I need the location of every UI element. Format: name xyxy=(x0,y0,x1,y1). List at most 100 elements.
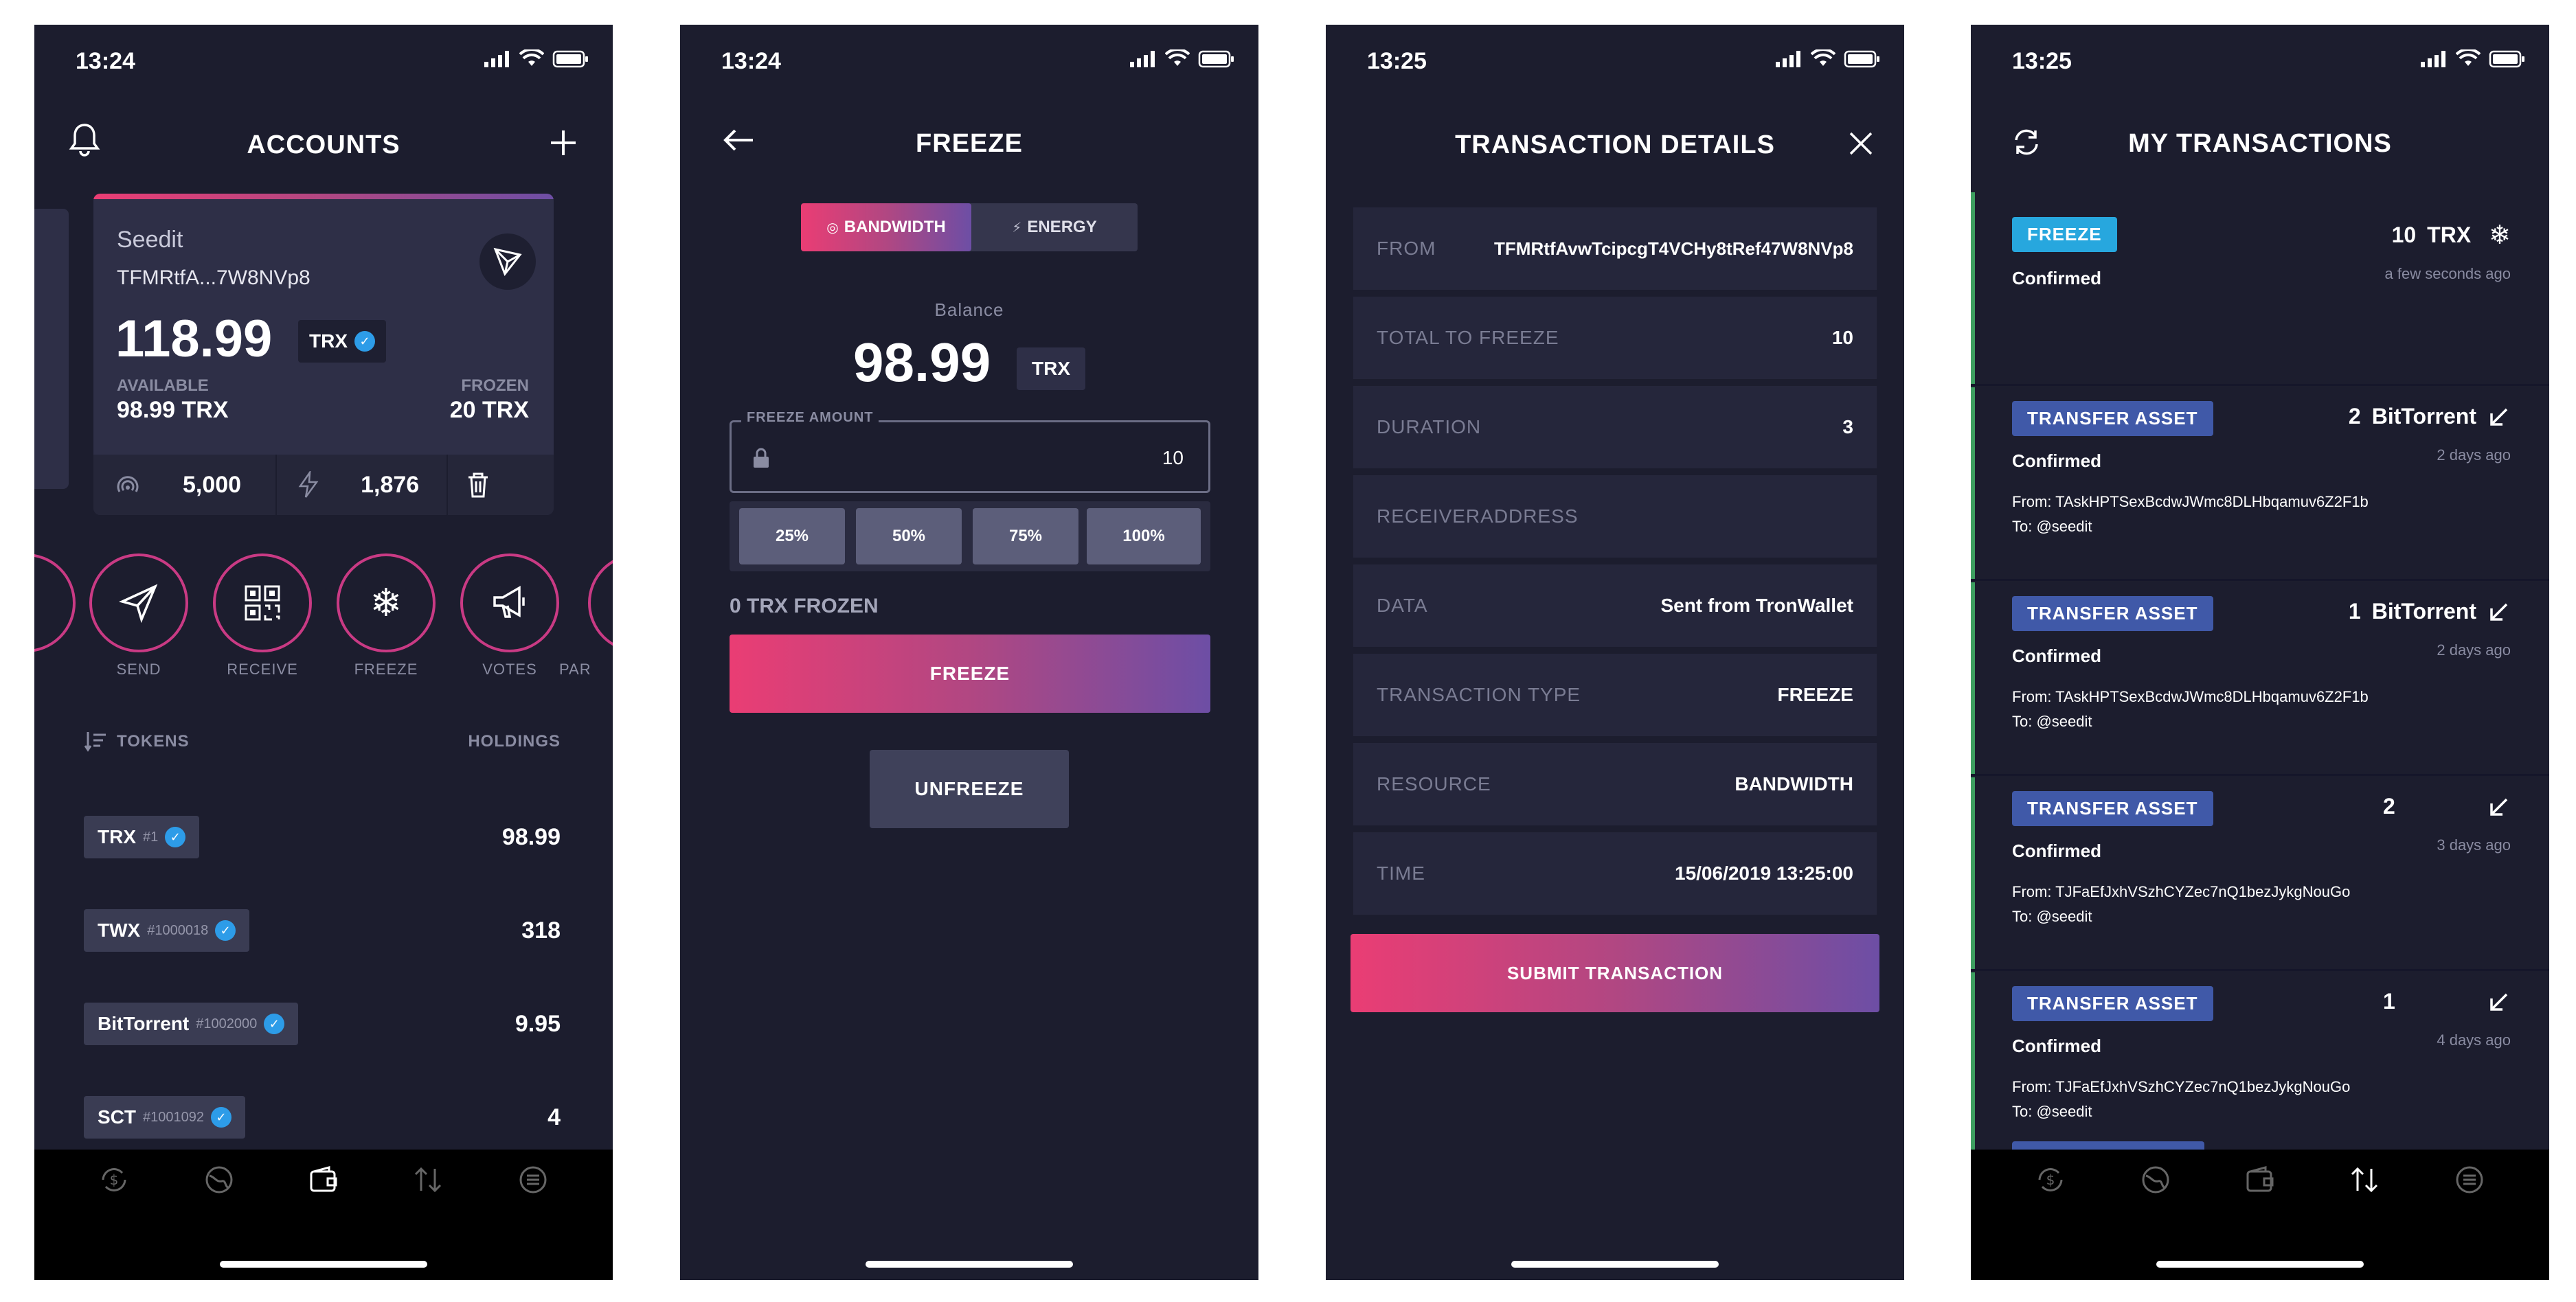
token-name: SCT xyxy=(98,1106,136,1128)
verified-icon: ✓ xyxy=(210,1107,231,1128)
svg-text:$: $ xyxy=(110,1172,119,1188)
frozen-text: 0 TRX FROZEN xyxy=(730,595,879,617)
nav-globe-icon[interactable] xyxy=(2136,1161,2175,1199)
tx-status: Confirmed xyxy=(2012,646,2101,666)
send-button[interactable] xyxy=(89,553,188,652)
nav-wallet-icon[interactable] xyxy=(304,1161,343,1199)
available-value: 98.99 TRX xyxy=(117,397,229,423)
account-address: TFMRtfA...7W8NVp8 xyxy=(117,266,310,289)
energy-value: 1,876 xyxy=(361,471,420,498)
tx-to: To: @seedit xyxy=(2012,1103,2092,1120)
page-title: TRANSACTION DETAILS xyxy=(1455,130,1775,159)
token-row-twx[interactable]: TWX #1000018 ✓ xyxy=(84,909,250,952)
tab-energy[interactable]: ⚡ ENERGY xyxy=(971,203,1138,251)
transaction-item[interactable]: TRANSFER ASSET Confirmed 2 BitTorrent 2 … xyxy=(1971,387,2549,581)
freeze-button[interactable]: ❄ xyxy=(337,553,436,652)
tx-from: From: TJFaEfJxhVSzhCYZec7nQ1bezJykgNouGo xyxy=(2012,1078,2351,1095)
page-title: FREEZE xyxy=(916,129,1023,158)
detail-row-duration: DURATION 3 xyxy=(1353,386,1877,468)
bandwidth-icon: ◎ xyxy=(826,220,839,236)
tx-to: To: @seedit xyxy=(2012,908,2092,925)
transaction-item[interactable]: TRANSFER ASSET Confirmed 1 BitTorrent 2 … xyxy=(1971,582,2549,776)
balance-label: Balance xyxy=(934,299,1004,320)
token-name: TRX xyxy=(98,826,136,847)
nav-menu-icon[interactable] xyxy=(2450,1161,2489,1199)
nav-wallet-icon[interactable] xyxy=(2241,1161,2279,1199)
verified-icon: ✓ xyxy=(354,331,375,352)
token-row-sct[interactable]: SCT #1001092 ✓ xyxy=(84,1096,245,1139)
battery-icon xyxy=(1198,50,1235,68)
frozen-value: 20 TRX xyxy=(449,397,529,423)
previous-account-card[interactable] xyxy=(34,209,69,489)
nav-globe-icon[interactable] xyxy=(200,1161,238,1199)
tx-type-badge: TRANSFER ASSET xyxy=(2012,401,2213,436)
token-value: 98.99 xyxy=(501,824,561,850)
nav-transactions-icon[interactable] xyxy=(2345,1161,2384,1199)
detail-row-data: DATA Sent from TronWallet xyxy=(1353,564,1877,647)
nav-menu-icon[interactable] xyxy=(514,1161,552,1199)
signal-icon xyxy=(2421,51,2445,67)
pct-100-button[interactable]: 100% xyxy=(1087,508,1201,564)
transaction-item[interactable]: TRANSFER ASSET Confirmed 2 3 days ago Fr… xyxy=(1971,777,2549,971)
tx-type-badge: TRANSFER ASSET xyxy=(2012,986,2213,1021)
tx-time: 4 days ago xyxy=(2437,1031,2511,1049)
unfreeze-button[interactable]: UNFREEZE xyxy=(870,750,1069,828)
bottom-nav: $ xyxy=(34,1150,613,1280)
receive-button[interactable] xyxy=(213,553,312,652)
pct-75-button[interactable]: 75% xyxy=(973,508,1078,564)
tx-amount: 2 xyxy=(2383,794,2395,819)
detail-label: FROM xyxy=(1377,238,1436,259)
account-card[interactable]: Seedit TFMRtfA...7W8NVp8 118.99 TRX ✓ AV… xyxy=(93,194,554,515)
home-indicator xyxy=(220,1261,427,1268)
verified-icon: ✓ xyxy=(215,920,236,941)
detail-row-time: TIME 15/06/2019 13:25:00 xyxy=(1353,832,1877,915)
accounts-screen: 13:24 ACCOUNTS Seedit TFMRtfA...7W8NVp8 … xyxy=(34,25,613,1280)
token-id: #1002000 xyxy=(196,1016,258,1031)
transaction-item[interactable]: TRANSFER ASSET Confirmed 1 4 days ago Fr… xyxy=(1971,972,2549,1166)
tx-amount: 10 xyxy=(2391,222,2417,247)
close-icon[interactable] xyxy=(1848,130,1874,157)
status-bar: 13:24 xyxy=(34,25,613,100)
token-value: 9.95 xyxy=(515,1011,561,1037)
add-account-icon[interactable] xyxy=(548,128,578,158)
sort-icon[interactable] xyxy=(84,729,107,753)
holdings-header: HOLDINGS xyxy=(468,732,561,751)
tron-logo-icon xyxy=(493,247,522,276)
tab-bandwidth[interactable]: ◎ BANDWIDTH xyxy=(801,203,971,251)
account-name: Seedit xyxy=(117,227,183,253)
detail-label: DATA xyxy=(1377,595,1428,616)
token-row-bittorrent[interactable]: BitTorrent #1002000 ✓ xyxy=(84,1003,299,1045)
votes-label: VOTES xyxy=(482,661,537,678)
transaction-item[interactable]: FREEZE Confirmed 10 TRX ❄ a few seconds … xyxy=(1971,192,2549,386)
freeze-submit-button[interactable]: FREEZE xyxy=(730,635,1210,713)
action-partial-right[interactable] xyxy=(588,553,613,652)
nav-exchange-icon[interactable]: $ xyxy=(2031,1161,2070,1199)
tx-from: From: TJFaEfJxhVSzhCYZec7nQ1bezJykgNouGo xyxy=(2012,883,2351,900)
nav-transactions-icon[interactable] xyxy=(409,1161,447,1199)
tx-amount: 2 xyxy=(2348,404,2361,429)
page-title: ACCOUNTS xyxy=(247,130,400,159)
detail-label: DURATION xyxy=(1377,416,1482,437)
signal-icon xyxy=(484,51,509,67)
home-indicator xyxy=(866,1261,1073,1268)
confirmed-accent-bar xyxy=(1971,972,1975,1164)
detail-value: BANDWIDTH xyxy=(1735,773,1853,795)
pct-50-button[interactable]: 50% xyxy=(856,508,962,564)
detail-row-total: TOTAL TO FREEZE 10 xyxy=(1353,297,1877,379)
resource-tabs: ◎ BANDWIDTH ⚡ ENERGY xyxy=(801,203,1138,251)
action-partial-left[interactable] xyxy=(34,553,76,652)
battery-icon xyxy=(552,50,589,68)
trash-icon[interactable] xyxy=(466,470,490,499)
submit-transaction-button[interactable]: SUBMIT TRANSACTION xyxy=(1351,934,1879,1012)
votes-button[interactable] xyxy=(460,553,559,652)
freeze-amount-input[interactable]: FREEZE AMOUNT 10 xyxy=(730,410,1210,493)
tx-from: From: TAskHPTSexBcdwJWmc8DLHbqamuv6Z2F1b xyxy=(2012,493,2369,510)
status-bar: 13:24 xyxy=(680,25,1258,100)
nav-exchange-icon[interactable]: $ xyxy=(95,1161,133,1199)
pct-25-button[interactable]: 25% xyxy=(739,508,845,564)
token-row-trx[interactable]: TRX #1 ✓ xyxy=(84,816,200,858)
balance-value: 98.99 xyxy=(853,332,991,393)
tron-logo xyxy=(479,233,536,290)
detail-label: RECEIVERADDRESS xyxy=(1377,505,1579,527)
receive-label: RECEIVE xyxy=(227,661,298,678)
